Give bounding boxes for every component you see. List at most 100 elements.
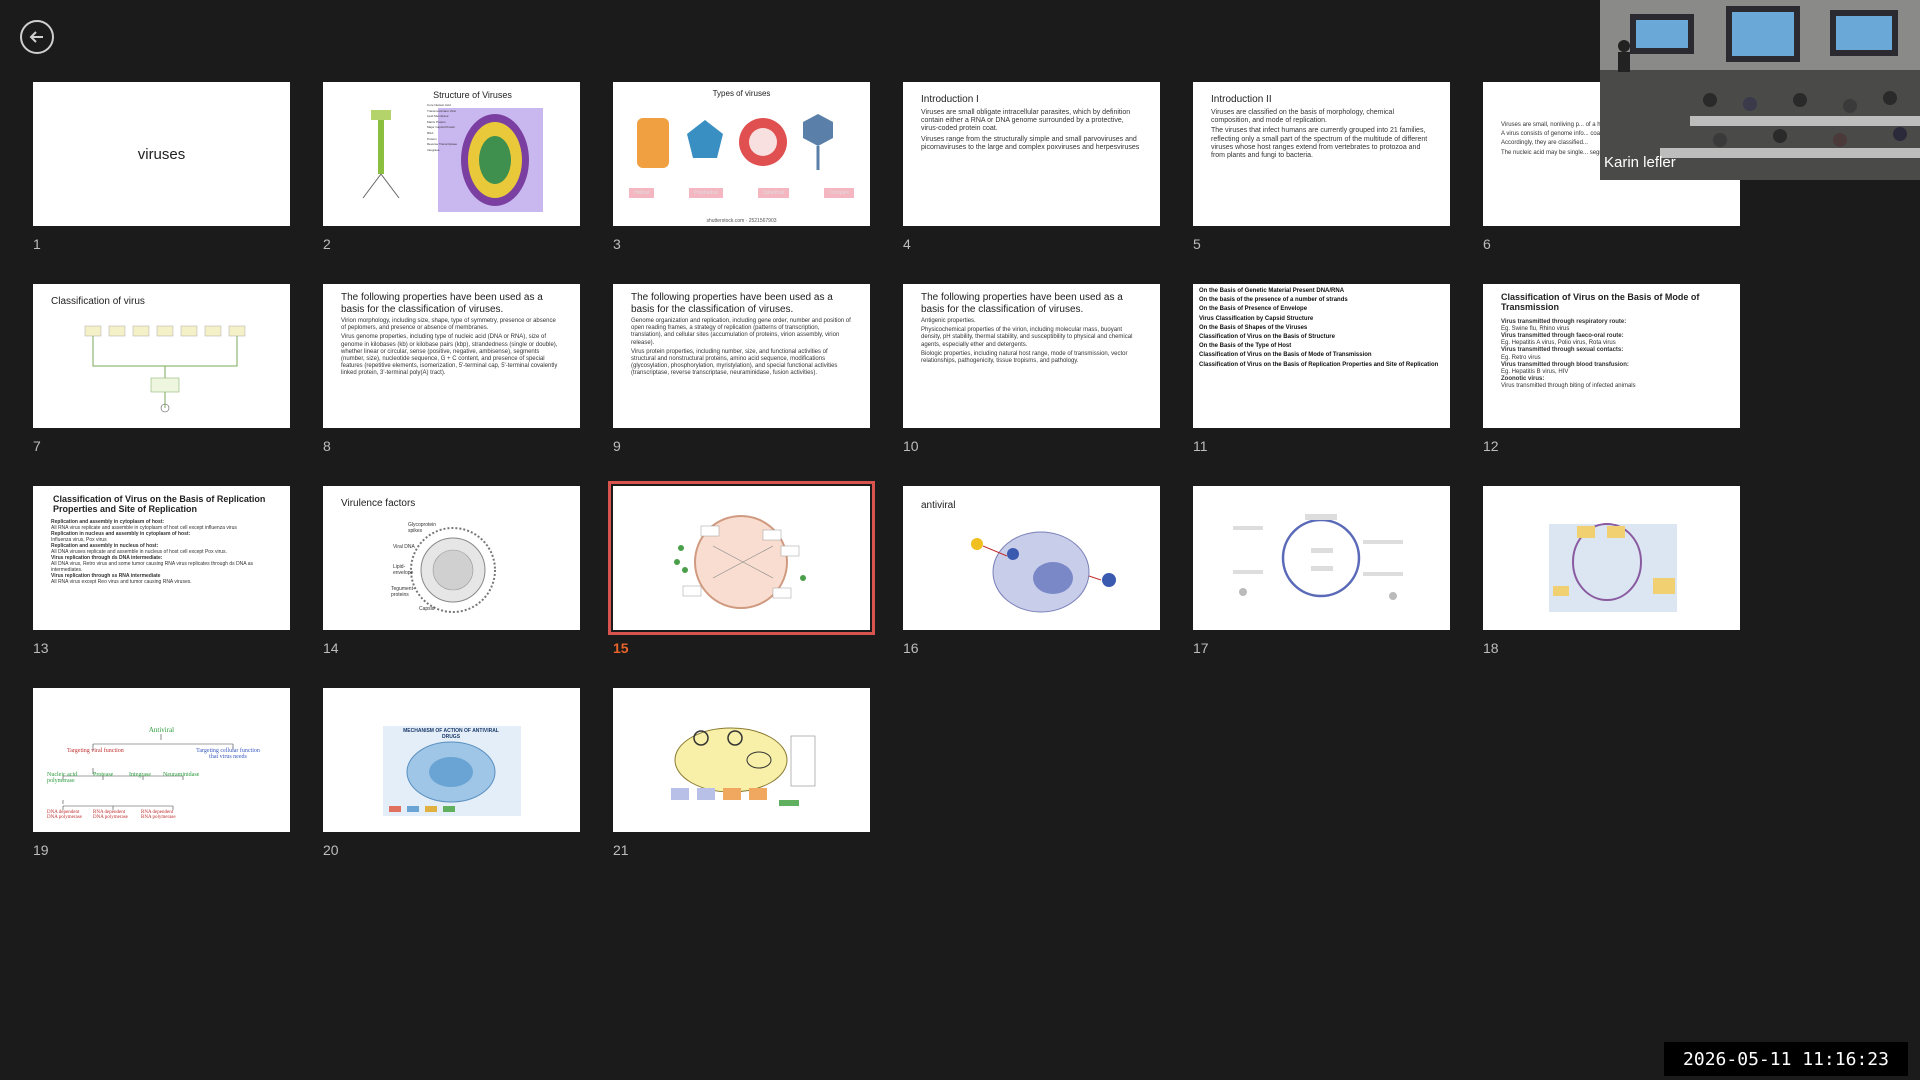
bullet: All DNA virus, Retro virus and some tumo… [51, 560, 254, 573]
slide-thumbnail-10[interactable]: The following properties have been used … [903, 284, 1160, 428]
slide-thumbnail-18[interactable] [1483, 486, 1740, 630]
viral-life-cycle-diagram [1233, 514, 1403, 600]
slide-title: Classification of virus [51, 296, 145, 307]
bullet: Eg. Hepatitis A virus, Polio virus, Rota… [1501, 340, 1616, 347]
bullet: Eg. Swine flu, Rhino virus [1501, 325, 1570, 332]
diagram-label: Glycoprotein spikes [408, 522, 437, 534]
bullet: Viruses are classified on the basis of m… [1211, 108, 1394, 124]
slide-number: 9 [613, 438, 621, 454]
slide-thumbnail-16[interactable]: antiviral [903, 486, 1160, 630]
virus-type-label: Helical [629, 188, 655, 198]
bullet: Virus genome properties, including type … [341, 334, 558, 377]
hiv-replication-diagram [1549, 523, 1677, 612]
slide-thumbnail-15[interactable] [608, 481, 875, 635]
bullet: All RNA virus except Reo virus and tumor… [51, 578, 192, 585]
slide-thumbnail-12[interactable]: Classification of Virus on the Basis of … [1483, 284, 1740, 428]
slide-number: 14 [323, 640, 339, 656]
slide-cell: Classification of virus 7 [33, 284, 290, 486]
tree-root-label: Antiviral [148, 726, 175, 734]
slide-number: 12 [1483, 438, 1499, 454]
bullet: Biologic properties, including natural h… [921, 350, 1128, 364]
slide-cell: 15 [608, 481, 875, 688]
slide-thumbnail-13[interactable]: Classification of Virus on the Basis of … [33, 486, 290, 630]
slide-thumbnail-9[interactable]: The following properties have been used … [613, 284, 870, 428]
slide-number: 3 [613, 236, 621, 252]
slide-cell: Antiviral Targeting viral function Targe… [33, 688, 290, 890]
slide-title: Virulence factors [341, 498, 416, 509]
timestamp-overlay: 2026-05-11 11:16:23 [1664, 1042, 1908, 1076]
slide-thumbnail-1[interactable]: viruses [33, 82, 290, 226]
slide-thumbnail-17[interactable] [1193, 486, 1450, 630]
slide-title: The following properties have been used … [921, 292, 1123, 315]
slide-thumbnail-3[interactable]: Types of viruses Helical Polyhedral Sphe… [613, 82, 870, 226]
bullet: Eg. Hepatitis B virus, HIV [1501, 369, 1569, 375]
bullet: Virion morphology, including size, shape… [341, 318, 556, 332]
tree-label: DNA dependent DNA polymerase [47, 810, 82, 820]
slide-number: 11 [1193, 438, 1208, 454]
bullet: Virus transmitted through sexual contact… [1501, 347, 1624, 354]
diagram-label: Reverse Transcriptase [427, 142, 458, 147]
tree-label: Neuraminidase [163, 772, 200, 778]
virus-type-label: Complex [824, 188, 854, 198]
antiviral-cell-diagram [671, 727, 816, 806]
bullet: On the basis of the presence of a number… [1199, 297, 1348, 304]
slide-cell: The following properties have been used … [613, 284, 870, 486]
slide-cell: On the Basis of Genetic Material Present… [1193, 284, 1450, 486]
back-button[interactable] [20, 20, 54, 54]
slide-number: 5 [1193, 236, 1201, 252]
slide-cell: Virulence factors Glycoprotein spikes Vi… [323, 486, 580, 688]
tree-label: Targeting cellular function that virus n… [196, 748, 260, 760]
virus-type-label: Polyhedral [689, 188, 723, 198]
slide-thumbnail-2[interactable]: Structure of Viruses Core Nucleic Acid T… [323, 82, 580, 226]
slide-title: Types of viruses [712, 89, 771, 98]
diagram-label: Major Capsid Protein [427, 125, 456, 130]
slide-number: 19 [33, 842, 49, 858]
arrow-left-icon [29, 31, 43, 43]
slide-title: antiviral [921, 500, 956, 511]
diagram-label: Viral DNA [393, 544, 415, 550]
slide-number: 20 [323, 842, 339, 858]
bullet: On the Basis of Presence of Envelope [1199, 306, 1308, 313]
slide-thumbnail-5[interactable]: Introduction II Viruses are classified o… [1193, 82, 1450, 226]
tree-label: Protease [93, 772, 114, 778]
diagram-label: Matrix Protein [427, 119, 446, 124]
slide-thumbnail-14[interactable]: Virulence factors Glycoprotein spikes Vi… [323, 486, 580, 630]
bullet: Virus Classification by Capsid Structure [1199, 315, 1314, 322]
classroom-video-frame [1600, 0, 1920, 180]
slide-cell: 17 [1193, 486, 1450, 688]
slide-thumbnail-8[interactable]: The following properties have been used … [323, 284, 580, 428]
slide-number: 15 [613, 640, 629, 656]
slide-thumbnail-7[interactable]: Classification of virus [33, 284, 290, 428]
slide-cell: The following properties have been used … [903, 284, 1160, 486]
slide-thumbnail-4[interactable]: Introduction I Viruses are small obligat… [903, 82, 1160, 226]
slide-cell: Structure of Viruses Core Nucleic Acid T… [323, 82, 580, 284]
tree-label: Targeting viral function [67, 748, 124, 754]
bullet: Viruses range from the structurally simp… [921, 135, 1140, 152]
slide-cell: Classification of Virus on the Basis of … [33, 486, 290, 688]
slide-number: 10 [903, 438, 919, 454]
slide-thumbnail-20[interactable]: MECHANISM OF ACTION OF ANTIVIRAL DRUGS [323, 688, 580, 832]
slide-cell: Introduction II Viruses are classified o… [1193, 82, 1450, 284]
slide-title: The following properties have been used … [341, 292, 543, 315]
bullet: Virus transmitted through biting of infe… [1501, 383, 1636, 390]
video-thumbnail[interactable]: Karin lefler [1600, 0, 1920, 180]
diagram-label: Lipid-envelope [393, 564, 414, 576]
slide-number: 6 [1483, 236, 1491, 252]
slide-title: Introduction II [1211, 94, 1272, 105]
slide-title: Introduction I [921, 94, 979, 105]
diagram-label: Core Nucleic Acid [427, 103, 451, 107]
tree-label: Integrase [129, 772, 151, 778]
slide-cell: antiviral 16 [903, 486, 1160, 688]
bullet: Classification of Virus on the Basis of … [1199, 333, 1335, 340]
slide-number: 2 [323, 236, 331, 252]
slide-thumbnail-21[interactable] [613, 688, 870, 832]
slide-thumbnail-11[interactable]: On the Basis of Genetic Material Present… [1193, 284, 1450, 428]
tree-label: RNA dependent RNA polymerase [141, 810, 176, 820]
slide-cell: 21 [613, 688, 870, 890]
tree-label: Nucleic acid polymerase [47, 772, 78, 784]
bullet: On the Basis of Shapes of the Viruses [1199, 324, 1308, 331]
slide-cell: The following properties have been used … [323, 284, 580, 486]
slide-thumbnail-19[interactable]: Antiviral Targeting viral function Targe… [33, 688, 290, 832]
bullet: On the Basis of Genetic Material Present… [1199, 288, 1345, 294]
antiviral-mechanism-infographic [383, 726, 521, 816]
